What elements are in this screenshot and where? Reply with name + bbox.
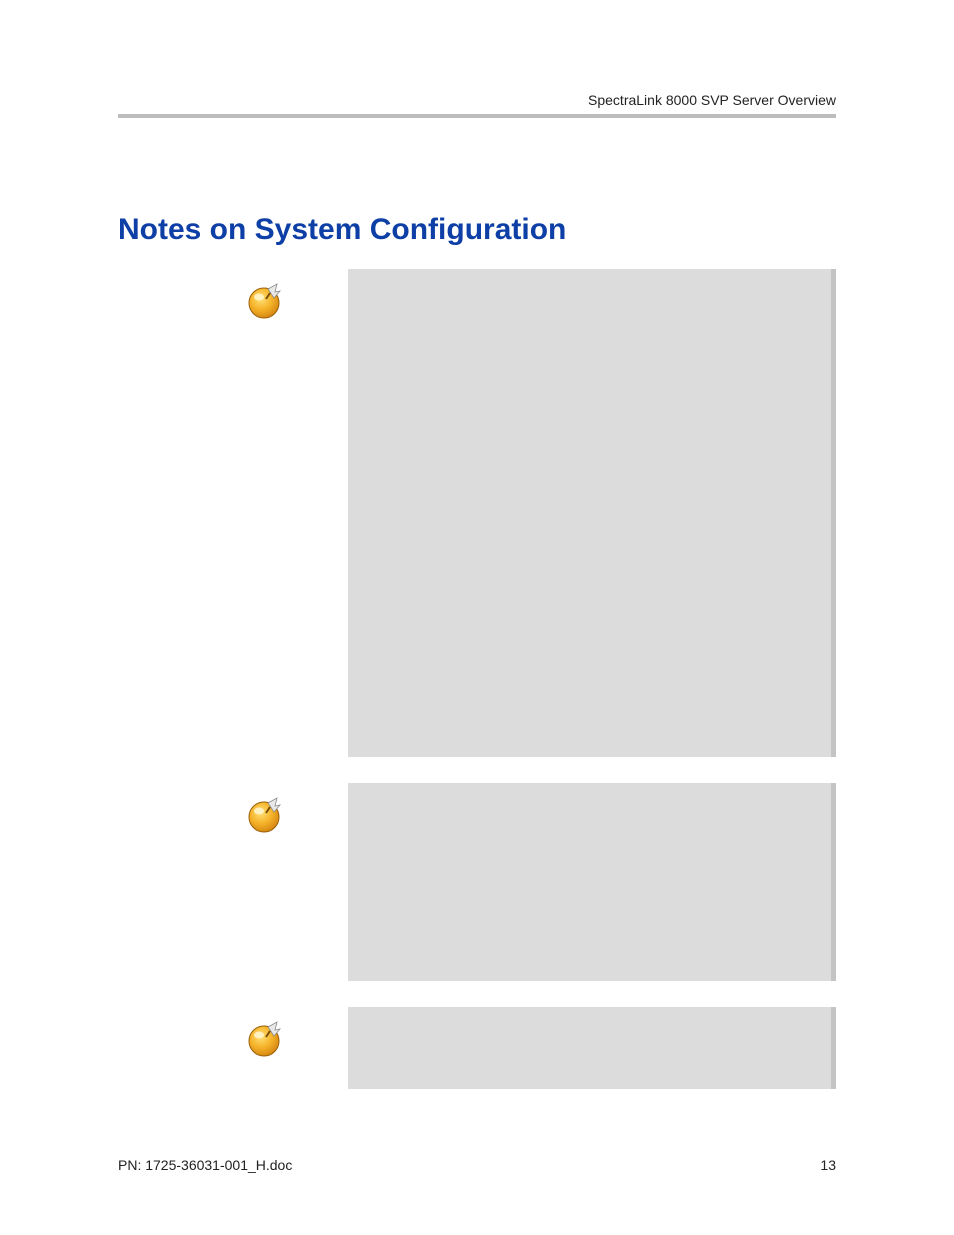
- note-content: [348, 1007, 836, 1089]
- section-heading: Notes on System Configuration: [118, 213, 836, 247]
- note-icon-cell: [214, 269, 314, 321]
- note-block: [118, 783, 836, 981]
- note-block: [118, 1007, 836, 1089]
- footer-page-number: 13: [820, 1157, 836, 1173]
- page-footer: PN: 1725-36031-001_H.doc 13: [118, 1157, 836, 1173]
- pushpin-icon: [244, 281, 284, 321]
- note-block: [118, 269, 836, 757]
- note-icon-cell: [214, 1007, 314, 1059]
- note-icon-cell: [214, 783, 314, 835]
- pushpin-icon: [244, 795, 284, 835]
- note-content: [348, 269, 836, 757]
- note-content: [348, 783, 836, 981]
- running-header: SpectraLink 8000 SVP Server Overview: [118, 92, 836, 108]
- footer-pn: PN: 1725-36031-001_H.doc: [118, 1157, 292, 1173]
- document-page: SpectraLink 8000 SVP Server Overview Not…: [0, 0, 954, 1235]
- header-rule: [118, 114, 836, 118]
- pushpin-icon: [244, 1019, 284, 1059]
